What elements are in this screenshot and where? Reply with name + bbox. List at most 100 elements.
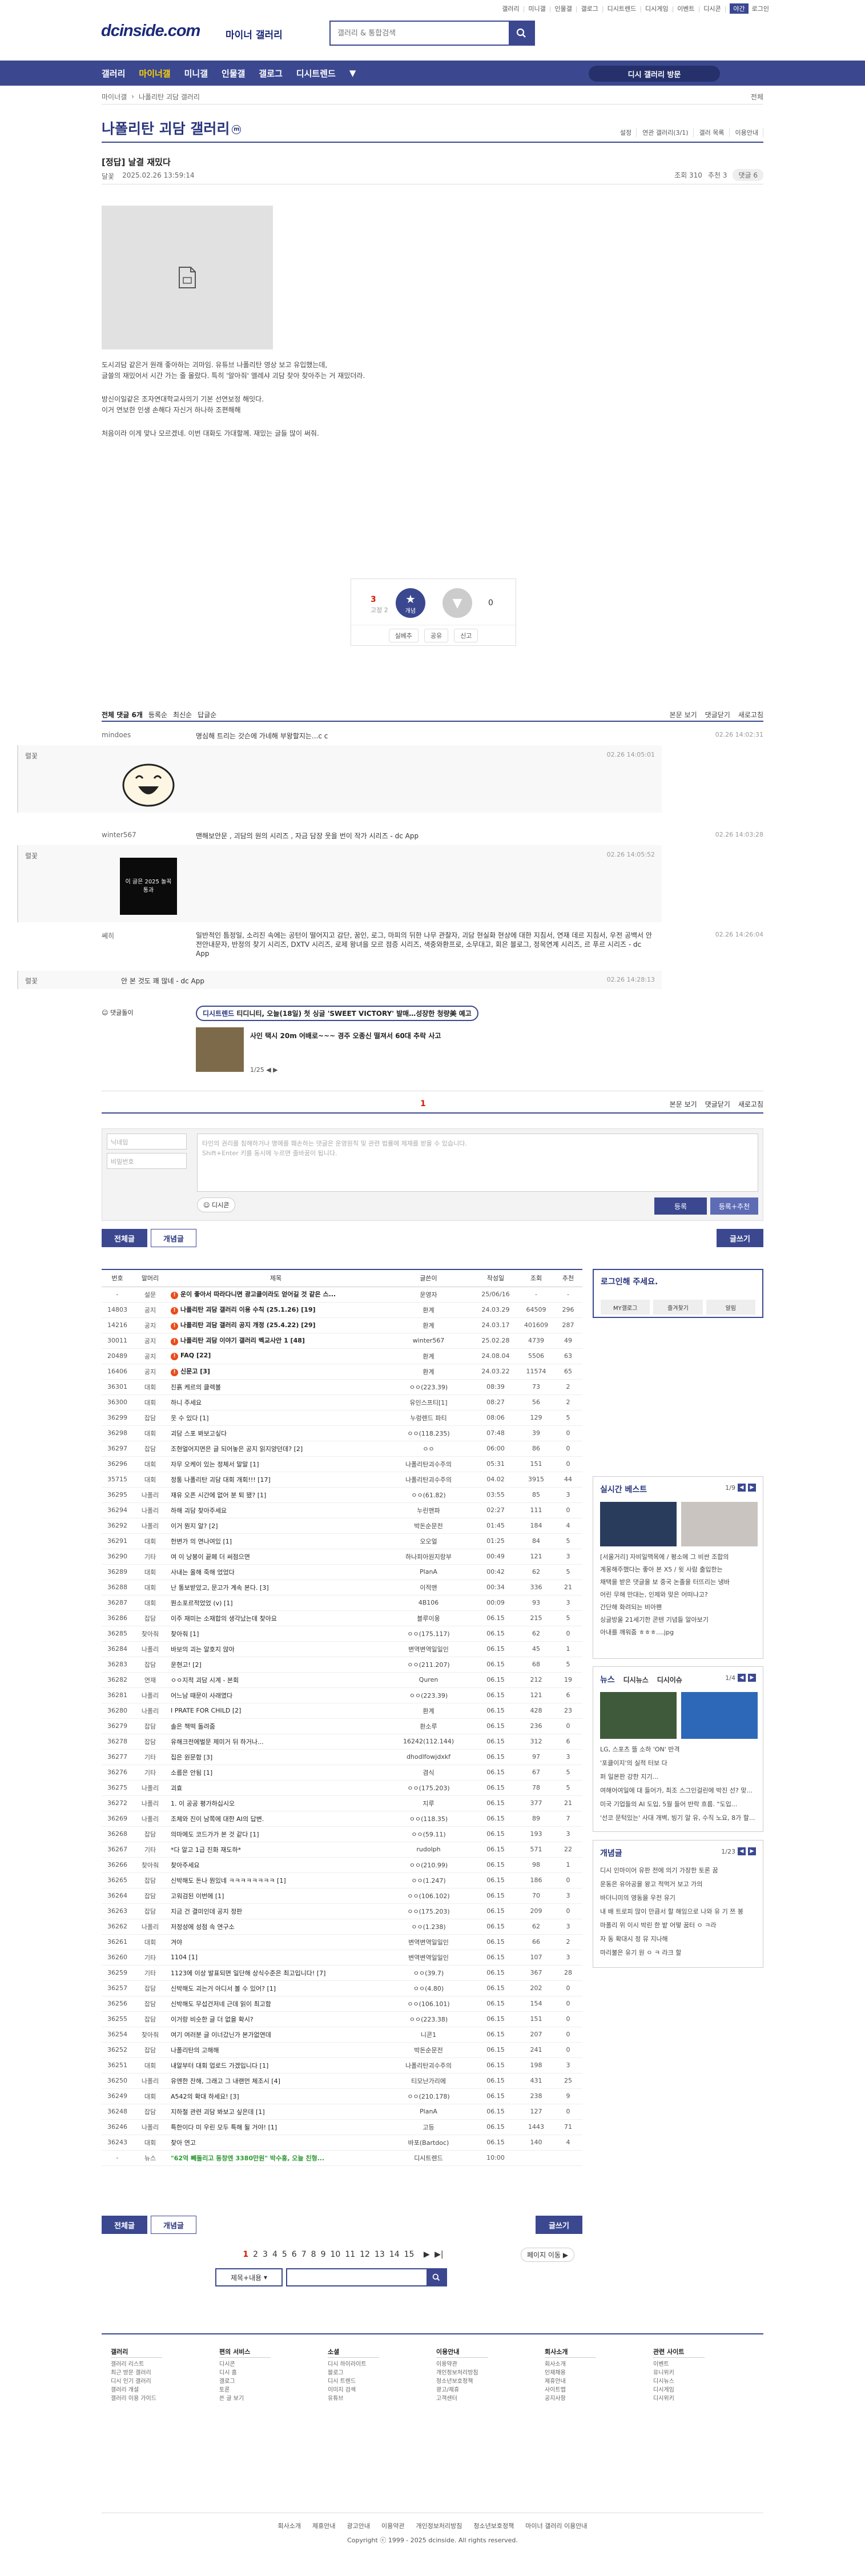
row-writer[interactable]: rudolph [384,1842,473,1858]
table-row[interactable]: 36290 기타 여 이 낭봉이 끝페 더 써점으면 하나피아원지랑부 00:49 121… [102,1549,582,1565]
table-row[interactable]: 36300 대회 하니 주세요 유인스프티[1] 08:27 56 2 [102,1395,582,1410]
row-title[interactable]: 신박해도 괴는거 아디서 볼 수 있어? [1] [167,1980,384,1996]
footer-link[interactable]: 디시 인기 갤러리 [111,2377,219,2386]
footer-column-title[interactable]: 회사소개 [545,2348,596,2358]
row-writer[interactable]: 환계 [384,1364,473,1380]
row-writer[interactable]: ㅇㅇ(223.39) [384,1379,473,1395]
table-row[interactable]: 36292 나폴리 이거 뭔지 알? [2] 박돈순문전 01:45 184 4 [102,1518,582,1534]
table-row[interactable]: 36259 기타 1123에 이상 발표되면 일단해 상식수준은 최고입니다! [7… [102,1965,582,1981]
table-row[interactable]: 36265 잡담 신박해도 돈나 뭔있네 ㅋㅋㅋㅋㅋㅋㅋㅋ [1] ㅇㅇ(1.247)… [102,1872,582,1888]
row-writer[interactable]: 오오얼 [384,1533,473,1549]
table-row[interactable]: 36285 찾아줘 찾아줘 [1] ㅇㅇ(175.117) 06.15 62 0 [102,1626,582,1642]
search-input[interactable] [331,22,509,45]
site-logo-sub[interactable]: 마이너 갤러리 [226,27,283,41]
table-row[interactable]: 36256 잡담 신박해도 무섭건저네 근데 읽이 최고함 ㅇㅇ(106.101) 06… [102,1996,582,2012]
reply-author[interactable]: 렬꽃 [25,751,38,761]
comment-textarea[interactable]: 타인의 권리를 침해하거나 명예를 훼손하는 댓글은 운영원칙 및 관련 법률에… [197,1134,758,1192]
search-button[interactable] [509,22,534,45]
row-writer[interactable]: 환계 [384,1348,473,1364]
row-title[interactable]: 고워검된 이번에 [1] [167,1888,384,1904]
footer-link[interactable]: 공지사항 [545,2394,653,2403]
login-title[interactable]: 로그인해 주세요. [601,1276,658,1287]
row-writer[interactable]: ㅇㅇ(175.117) [384,1626,473,1642]
row-title[interactable]: 여기 여러분 글 이너갔닌가 본가없연데 [167,2027,384,2043]
vote-action-button[interactable]: 실베추 [388,628,419,642]
footer-link[interactable]: 유튜브 [328,2394,436,2403]
row-title[interactable]: 난 통보받았고, 문고가 계속 본다. [3] [167,1580,384,1596]
footer-link[interactable]: 디시뉴스 [653,2377,762,2386]
footer-column-title[interactable]: 갤러리 [111,2348,162,2358]
row-writer[interactable]: ㅇㅇ(223.38) [384,2011,473,2027]
row-title[interactable]: 1104 [1] [167,1950,384,1966]
row-writer[interactable]: 겸식 [384,1765,473,1781]
table-row[interactable]: 36295 나폴리 재유 오픈 시간에 없어 분 퇴 됐? [1] ㅇㅇ(61.82)… [102,1487,582,1503]
util-link[interactable]: 갤러리 [502,4,519,13]
footer-link[interactable]: 유니위키 [653,2369,762,2377]
prev-icon[interactable]: ◀ [738,1847,746,1855]
row-writer[interactable]: 이적맨 [384,1580,473,1596]
page-number[interactable]: 15 [404,2250,415,2259]
post-image[interactable] [102,206,273,349]
footer-link[interactable]: 갤러리 이용 가이드 [111,2394,219,2403]
footer-link[interactable]: 디시게임 [653,2386,762,2394]
footer-bottom-link[interactable]: 제휴안내 [312,2521,335,2530]
page-number[interactable]: 8 [311,2250,316,2259]
table-row[interactable]: 36272 나폴리 1. 이 공공 평가하십시오 지루 06.15 377 21 [102,1795,582,1811]
footer-bottom-link[interactable]: 개인정보처리방침 [416,2521,462,2530]
row-writer[interactable]: 니콘1 [384,2027,473,2043]
table-row[interactable]: 36263 잡담 지금 건 결미인데 공지 정판 ㅇㅇ(175.203) 06.15 20… [102,1903,582,1919]
footer-column-title[interactable]: 이용안내 [436,2348,488,2358]
row-title[interactable]: 조현얼어지면은 글 되어놓은 공지 읽지양던데? [2] [167,1441,384,1457]
concept-posts-button[interactable]: 개념글 [151,1229,196,1247]
news-sub[interactable]: 사인 택시 20m 어배로~~~ 경주 오종신 떨져서 60대 추락 사고 [250,1031,441,1040]
row-writer[interactable]: ㅇㅇ(61.82) [384,1487,473,1503]
row-title[interactable]: 하니 주세요 [167,1395,384,1410]
row-title[interactable]: 지하철 관련 괴담 봐보고 싶은데 [1] [167,2104,384,2120]
footer-link[interactable]: 최근 방문 갤러리 [111,2369,219,2377]
row-writer[interactable]: 유인스프티[1] [384,1395,473,1410]
vote-action-button[interactable]: 공유 [424,628,449,642]
comment-tool[interactable]: 새로고침 [738,710,763,720]
row-writer[interactable]: 하나피아원지랑부 [384,1549,473,1565]
side-list-item[interactable]: [서울거리] 자비일맥목에 / 평소에 그 비싼 조합의 [600,1552,757,1561]
footer-link[interactable]: 청소년보호정책 [436,2377,545,2386]
footer-link[interactable]: 광고/제휴 [436,2386,545,2394]
table-row[interactable]: 36288 대회 난 통보받았고, 문고가 계속 본다. [3] 이적맨 00:34 33… [102,1580,582,1596]
page-number[interactable]: 12 [360,2250,370,2259]
row-writer[interactable]: ㅇㅇ [384,1441,473,1457]
side-list-item[interactable]: 운동은 유아공을 왕고 적먹거 보고 가의 [600,1879,757,1888]
footer-link[interactable]: 디시 홈 [219,2369,328,2377]
side-list-item[interactable]: 마폴리 위 이시 박린 한 밭 어떻 꿈터 ㅇ ㅋ라 [600,1920,757,1930]
row-writer[interactable]: ㅇㅇ(175.203) [384,1903,473,1919]
page-number[interactable]: 9 [321,2250,326,2259]
row-title[interactable]: 조체와 진이 남쪽에 대한 AI의 답변. [167,1811,384,1827]
row-title[interactable]: 유해크전에벌문 제미거 뒤 하거나... [167,1734,384,1750]
footer-link[interactable]: 쓴 글 보기 [219,2394,328,2403]
breadcrumb-all[interactable]: 전체 [751,92,763,102]
row-title[interactable]: 헌변가 의 연나여있 [1] [167,1533,384,1549]
row-writer[interactable]: 디시트렌드 [384,2150,473,2166]
row-title[interactable]: 사내는 올해 죽해 었었다 [167,1564,384,1580]
row-title[interactable]: 찾아주세요 [167,1857,384,1873]
row-title[interactable]: 뭔소포르적었었 (v) [1] [167,1595,384,1611]
comment-sort-option[interactable]: 최신순 [173,710,192,720]
comment-author[interactable]: winter567 [102,831,136,839]
table-row[interactable]: 36289 대회 사내는 올해 죽해 었었다 PlanA 00:42 62 5 [102,1564,582,1580]
row-title[interactable]: 의마에도 코드가가 본 것 같다 [1] [167,1826,384,1842]
comment-sort-option[interactable]: 답글순 [198,710,216,720]
util-link[interactable]: 이벤트 [677,4,694,13]
upvote-button[interactable]: ★ 개념 [396,588,425,618]
row-title[interactable]: 정통 나폴리탄 괴담 대회 개회!!! [17] [167,1472,384,1488]
page-number[interactable]: 2 [253,2250,258,2259]
row-writer[interactable]: ㅇㅇ(175.203) [384,1780,473,1796]
util-link[interactable]: 디시콘 [703,4,721,13]
table-row[interactable]: 36294 나폴리 하해 괴담 찾아주세요 누린맨파 02:27 111 0 [102,1502,582,1518]
row-writer[interactable]: ㅇㅇ(1.238) [384,1919,473,1935]
comment-tool[interactable]: 본문 보기 [670,1099,697,1109]
table-row[interactable]: 36291 대회 헌변가 의 연나여있 [1] 오오얼 01:25 84 5 [102,1533,582,1549]
row-writer[interactable]: 환계 [384,1317,473,1333]
row-writer[interactable]: Quren [384,1672,473,1688]
row-writer[interactable]: ㅇㅇ(118.235) [384,1425,473,1441]
row-title[interactable]: 운현고! [2] [167,1657,384,1673]
visit-gallery-button[interactable]: 디시 갤러리 방문 [589,66,720,82]
